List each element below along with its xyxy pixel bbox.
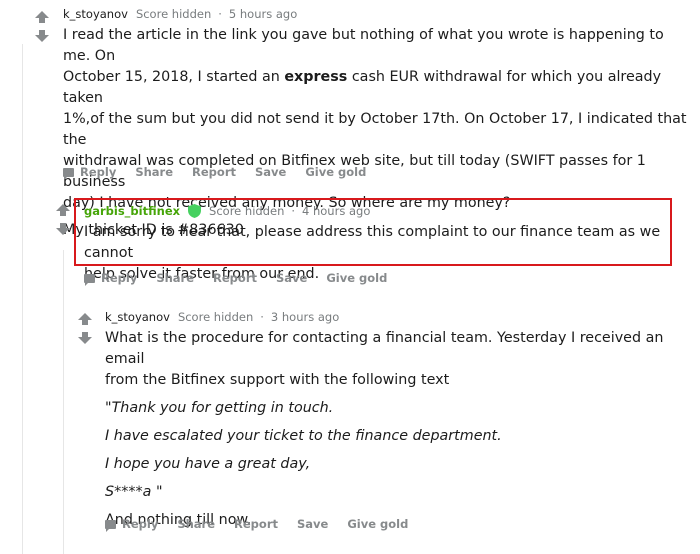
report-button[interactable]: Report — [192, 165, 236, 179]
vote-controls — [78, 313, 92, 344]
comment-bubble-icon — [84, 273, 95, 286]
score: Score hidden — [135, 7, 212, 21]
thread-line[interactable] — [22, 44, 23, 554]
give-gold-button[interactable]: Give gold — [326, 271, 387, 285]
upvote-icon[interactable] — [35, 11, 49, 23]
share-button[interactable]: Share — [156, 271, 194, 285]
vote-controls — [35, 11, 49, 42]
comment-body: What is the procedure for contacting a f… — [105, 328, 685, 531]
bold-text: express — [284, 69, 348, 85]
downvote-icon[interactable] — [35, 30, 49, 42]
score: Score hidden — [177, 310, 254, 324]
thread-line[interactable] — [63, 250, 64, 554]
shield-icon — [188, 204, 202, 218]
username-link[interactable]: garbis_bitfinex — [84, 204, 180, 218]
comment-line: October 15, 2018, I started an express c… — [63, 67, 693, 109]
reply-button[interactable]: Reply — [122, 517, 158, 531]
comment-meta: k_stoyanov Score hidden · 5 hours ago — [63, 7, 297, 21]
score: Score hidden — [209, 204, 285, 218]
downvote-icon[interactable] — [78, 332, 92, 344]
separator: · — [218, 7, 222, 21]
comment-bubble-icon — [63, 167, 74, 180]
comment-actions: Reply Share Report Save Give gold — [63, 165, 385, 180]
comment-bubble-icon — [105, 519, 116, 532]
separator: · — [260, 310, 264, 324]
comment-line: from the Bitfinex support with the follo… — [105, 372, 450, 388]
timestamp[interactable]: 3 hours ago — [271, 310, 339, 324]
separator: · — [291, 204, 296, 218]
share-button[interactable]: Share — [177, 517, 215, 531]
reply-button[interactable]: Reply — [101, 271, 137, 285]
comment-line: 1%,of the sum but you did not send it by… — [63, 111, 687, 148]
comment-line: What is the procedure for contacting a f… — [105, 330, 664, 367]
comment-actions: Reply Share Report Save Give gold — [105, 517, 427, 532]
vote-controls — [56, 204, 70, 235]
quote-line: I hope you have a great day, — [105, 456, 311, 472]
comment-actions: Reply Share Report Save Give gold — [84, 271, 406, 286]
comment-line: I am sorry to hear that, please address … — [84, 224, 661, 261]
report-button[interactable]: Report — [234, 517, 278, 531]
reply-button[interactable]: Reply — [80, 165, 116, 179]
timestamp[interactable]: 4 hours ago — [302, 204, 370, 218]
upvote-icon[interactable] — [56, 204, 70, 216]
share-button[interactable]: Share — [135, 165, 173, 179]
timestamp[interactable]: 5 hours ago — [229, 7, 297, 21]
quote-line: I have escalated your ticket to the fina… — [105, 428, 502, 444]
upvote-icon[interactable] — [78, 313, 92, 325]
give-gold-button[interactable]: Give gold — [305, 165, 366, 179]
give-gold-button[interactable]: Give gold — [347, 517, 408, 531]
comment-line: I read the article in the link you gave … — [63, 27, 664, 64]
save-button[interactable]: Save — [297, 517, 328, 531]
downvote-icon[interactable] — [56, 223, 70, 235]
save-button[interactable]: Save — [255, 165, 286, 179]
quote-line: S****a " — [105, 484, 163, 500]
username-link[interactable]: k_stoyanov — [105, 310, 170, 324]
quote-line: "Thank you for getting in touch. — [105, 400, 334, 416]
username-link[interactable]: k_stoyanov — [63, 7, 128, 21]
report-button[interactable]: Report — [213, 271, 257, 285]
comment-meta: k_stoyanov Score hidden · 3 hours ago — [105, 310, 339, 324]
text-span: October 15, 2018, I started an — [63, 69, 285, 85]
comment-meta: garbis_bitfinex Score hidden · 4 hours a… — [84, 204, 370, 218]
save-button[interactable]: Save — [276, 271, 307, 285]
